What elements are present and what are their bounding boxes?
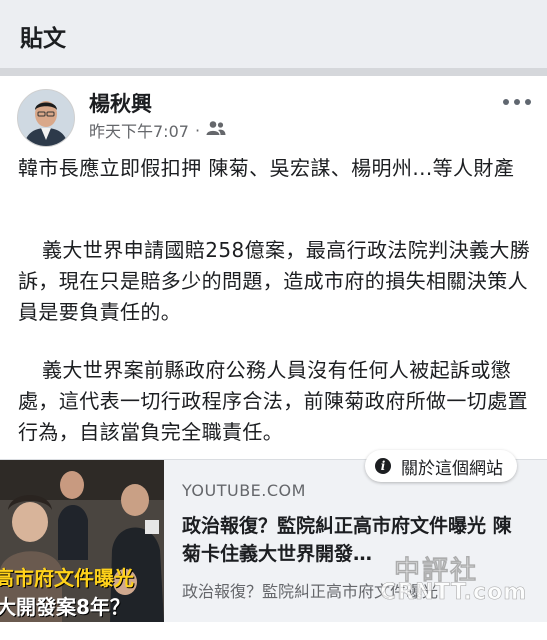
post-paragraph: 義大世界案前縣政府公務人員沒有任何人被起訴或懲處，這代表一切行政程序合法，前陳菊… (18, 358, 528, 444)
post-meta: 昨天下午7:07 · (89, 118, 226, 142)
post-paragraph: 韓市長應立即假扣押 陳菊、吳宏謀、楊明州...等人財產 (18, 156, 515, 180)
link-title[interactable]: 政治報復？監院糾正高市府文件曝光 陳菊卡住義大世界開發… (182, 512, 527, 568)
meta-separator: · (194, 120, 201, 140)
about-site-label: 關於這個網站 (401, 458, 503, 479)
thumbnail-caption: 大開發案8年？ (0, 595, 130, 619)
more-icon[interactable] (503, 96, 533, 108)
link-domain: YOUTUBE.COM (182, 481, 306, 500)
post-timestamp[interactable]: 昨天下午7:07 (89, 118, 189, 142)
author-name[interactable]: 楊秋興 (89, 88, 152, 118)
bottom-strip (0, 622, 547, 640)
friends-icon (206, 120, 226, 140)
thumbnail-caption: 高市府文件曝光 (0, 566, 134, 590)
post-paragraph: 義大世界申請國賠258億案，最高行政法院判決義大勝訴，現在只是賠多少的問題，造成… (18, 238, 531, 324)
section-divider (0, 68, 547, 76)
page-title: 貼文 (20, 26, 66, 52)
top-bar: 貼文 (0, 0, 547, 69)
video-thumbnail[interactable]: 高市府文件曝光 大開發案8年？ (0, 460, 164, 623)
info-icon: i (375, 458, 391, 474)
author-avatar[interactable] (17, 89, 75, 147)
link-description: 政治報復？監院糾正高市府文件曝光 (182, 582, 439, 601)
about-site-button[interactable]: i 關於這個網站 (365, 450, 517, 482)
